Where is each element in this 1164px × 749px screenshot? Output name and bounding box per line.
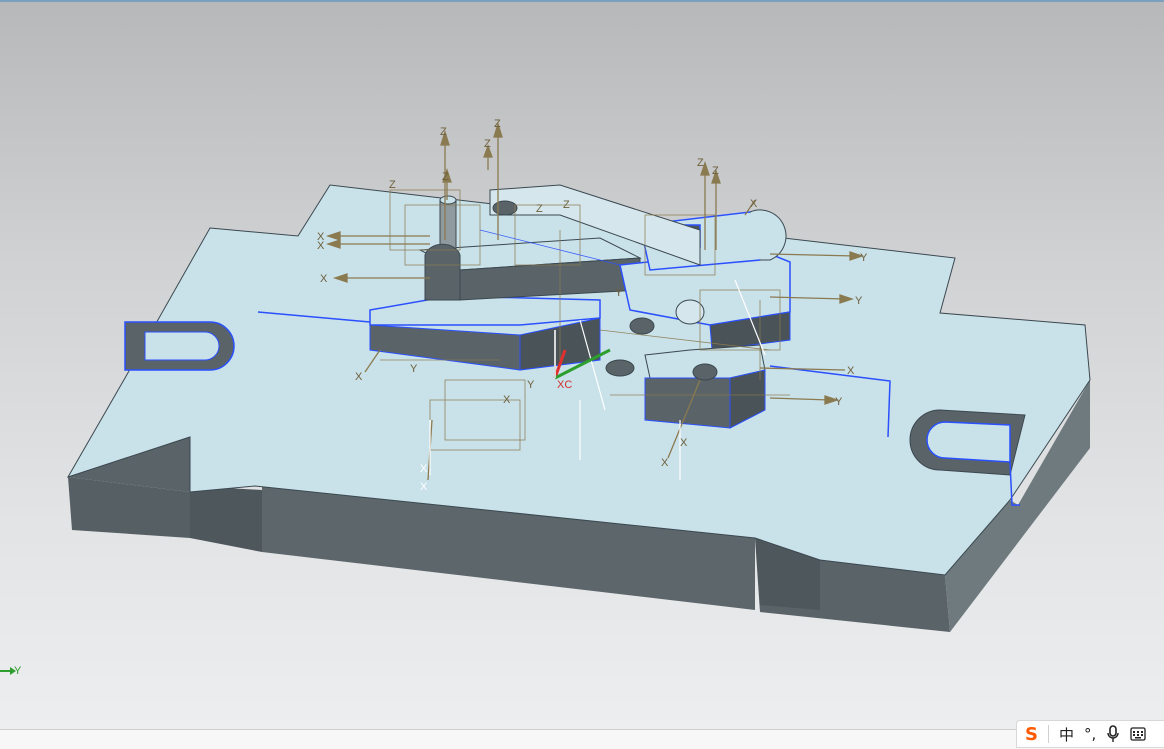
label-x-7: X xyxy=(661,457,669,469)
label-x-4: X xyxy=(355,371,363,383)
label-z-9: Z xyxy=(712,165,719,177)
boss-2 xyxy=(629,317,655,335)
label-x-3: X xyxy=(320,273,328,285)
status-bar xyxy=(0,729,1164,749)
label-y-6: Y xyxy=(615,287,623,299)
keyboard-icon[interactable] xyxy=(1130,723,1146,745)
label-x-9: X xyxy=(503,394,511,406)
label-y-1: Y xyxy=(860,252,868,264)
label-x-6: X xyxy=(847,365,855,377)
base-left-foot-face xyxy=(190,486,262,552)
boss-3 xyxy=(605,359,635,377)
locating-pin xyxy=(439,199,457,251)
label-xc: XC xyxy=(557,379,572,391)
punctuation-toggle[interactable]: °, xyxy=(1084,723,1096,745)
label-y-2: Y xyxy=(855,295,863,307)
boss-1 xyxy=(492,200,518,216)
nx-cad-window: Z Z Z Z Z Z Z Z Z X X X X X X X X X X X xyxy=(0,0,1164,749)
view-triad-label: Y xyxy=(14,665,22,677)
sogou-logo-icon[interactable]: S xyxy=(1025,723,1038,745)
label-z-4: Z xyxy=(442,171,449,183)
input-mode-toggle[interactable]: 中 xyxy=(1059,723,1074,745)
label-y-3: Y xyxy=(835,396,843,408)
label-x-10: X xyxy=(420,481,428,493)
label-x-5: X xyxy=(750,198,758,210)
ime-toolbar[interactable]: S 中 °, xyxy=(1016,720,1164,748)
graphics-viewport[interactable]: Z Z Z Z Z Z Z Z Z X X X X X X X X X X X xyxy=(0,2,1164,729)
label-y-4: Y xyxy=(410,363,418,375)
label-z-3: Z xyxy=(484,138,491,150)
front-right-block-front xyxy=(644,377,731,429)
model-view: Z Z Z Z Z Z Z Z Z X X X X X X X X X X X xyxy=(66,118,1091,632)
label-z-7: Z xyxy=(563,199,570,211)
label-x-11: X xyxy=(420,463,428,475)
label-z-5: Z xyxy=(389,179,396,191)
label-z-2: Z xyxy=(494,118,501,130)
ime-separator xyxy=(1047,725,1049,743)
microphone-icon[interactable] xyxy=(1106,723,1120,745)
label-y-5: Y xyxy=(527,379,535,391)
view-triad: Y xyxy=(0,664,30,678)
label-x-2: X xyxy=(317,240,325,252)
left-lug xyxy=(424,243,461,301)
boss-4 xyxy=(692,363,718,381)
label-x-8: X xyxy=(680,437,688,449)
label-z-1: Z xyxy=(440,126,447,138)
label-z-6: Z xyxy=(536,203,543,215)
label-z-8: Z xyxy=(697,157,704,169)
